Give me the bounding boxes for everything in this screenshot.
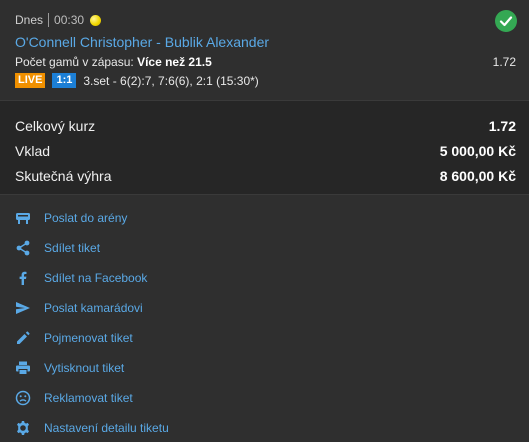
share-facebook-button[interactable]: Sdílet na Facebook [14, 267, 147, 289]
print-ticket-button[interactable]: Vytisknout tiket [14, 357, 124, 379]
selection-odd: 1.72 [492, 55, 516, 69]
arena-icon [14, 209, 32, 227]
ticket-summary: Celkový kurz 1.72 Vklad 5 000,00 Kč Skut… [0, 100, 529, 195]
match-link[interactable]: O'Connell Christopher - Bublik Alexander [15, 34, 269, 50]
action-label: Pojmenovat tiket [44, 331, 133, 345]
facebook-icon [14, 269, 32, 287]
action-label: Sdílet na Facebook [44, 271, 148, 285]
action-label: Poslat kamarádovi [44, 301, 143, 315]
market: Počet gamů v zápasu: Více než 21.5 [15, 55, 212, 69]
bet-time: 00:30 [54, 13, 85, 27]
ticket-detail-settings-button[interactable]: Nastavení detailu tiketu [14, 417, 169, 439]
live-badge: LIVE [15, 73, 46, 88]
share-icon [14, 239, 32, 257]
win-label: Skutečná výhra [15, 168, 112, 184]
market-value: Více než 21.5 [137, 55, 212, 69]
action-label: Nastavení detailu tiketu [44, 421, 169, 435]
stake-row: Vklad 5 000,00 Kč [15, 143, 516, 159]
send-icon [14, 299, 32, 317]
score-badge: 1:1 [52, 73, 77, 88]
bet-selection: Dnes 00:30 O'Connell Christopher - Bubli… [0, 0, 529, 100]
check-circle-icon [495, 10, 517, 32]
win-value: 8 600,00 Kč [439, 168, 516, 184]
total-odds-label: Celkový kurz [15, 118, 96, 134]
share-ticket-button[interactable]: Sdílet tiket [14, 237, 100, 259]
sad-face-icon [14, 389, 32, 407]
action-label: Reklamovat tiket [44, 391, 133, 405]
live-status: LIVE 1:1 3.set - 6(2):7, 7:6(6), 2:1 (15… [15, 73, 259, 88]
win-row: Skutečná výhra 8 600,00 Kč [15, 168, 516, 184]
total-odds-row: Celkový kurz 1.72 [15, 118, 516, 134]
pencil-icon [14, 329, 32, 347]
tennis-ball-icon [90, 14, 102, 26]
bet-date: Dnes [15, 13, 44, 27]
total-odds-value: 1.72 [488, 118, 516, 134]
gear-icon [14, 419, 32, 437]
score-detail: 3.set - 6(2):7, 7:6(6), 2:1 (15:30*) [83, 73, 259, 88]
send-to-friend-button[interactable]: Poslat kamarádovi [14, 297, 143, 319]
complain-ticket-button[interactable]: Reklamovat tiket [14, 387, 133, 409]
send-to-arena-button[interactable]: Poslat do arény [14, 207, 127, 229]
printer-icon [14, 359, 32, 377]
action-label: Poslat do arény [44, 211, 128, 225]
market-label: Počet gamů v zápasu: [15, 55, 134, 69]
stake-label: Vklad [15, 143, 51, 159]
action-label: Vytisknout tiket [44, 361, 125, 375]
divider [48, 13, 50, 27]
bet-meta: Dnes 00:30 [15, 13, 102, 27]
rename-ticket-button[interactable]: Pojmenovat tiket [14, 327, 133, 349]
action-label: Sdílet tiket [44, 241, 101, 255]
stake-value: 5 000,00 Kč [439, 143, 516, 159]
